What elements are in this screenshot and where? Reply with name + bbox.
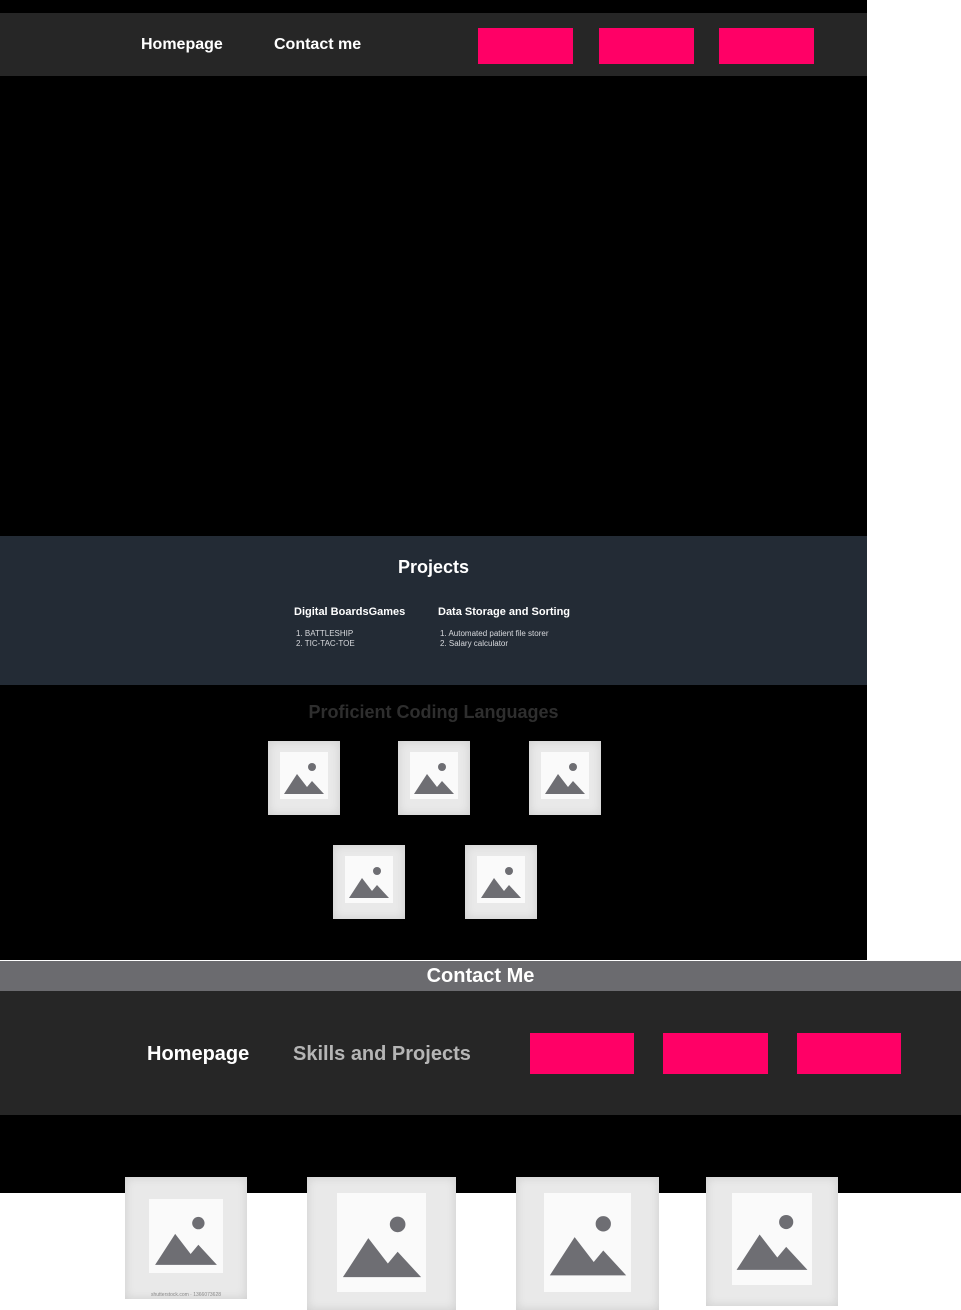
- image-placeholder-icon: [155, 1216, 217, 1265]
- top-strip: [0, 0, 867, 13]
- project-item[interactable]: 1. Automated patient file storer: [440, 629, 549, 639]
- projects-section: Projects Digital BoardsGames 1. BATTLESH…: [0, 536, 867, 685]
- image-placeholder-icon: [349, 867, 389, 898]
- project-item[interactable]: 2. TIC-TAC-TOE: [296, 639, 355, 649]
- project-item[interactable]: 1. BATTLESHIP: [296, 629, 355, 639]
- contact-image: [307, 1177, 456, 1310]
- homepage-mockup: Homepage Contact me Projects Digital Boa…: [0, 0, 867, 960]
- project-category-title: Digital BoardsGames: [294, 606, 406, 618]
- contact-navbar: Homepage Skills and Projects: [0, 991, 961, 1115]
- image-caption: shutterstock.com · 1366073628: [150, 1292, 222, 1298]
- image-placeholder-icon: [549, 1216, 627, 1276]
- project-item[interactable]: 2. Salary calculator: [440, 639, 549, 649]
- image-placeholder-icon: [342, 1216, 422, 1278]
- contact-image: shutterstock.com · 1366073628: [125, 1177, 247, 1299]
- project-list: 1. Automated patient file storer 2. Sala…: [440, 629, 549, 649]
- contact-header-bar: Contact Me: [0, 961, 961, 991]
- nav-pink-button-1[interactable]: [478, 28, 573, 64]
- language-image: [398, 741, 470, 815]
- nav-pink-button-3[interactable]: [797, 1033, 901, 1074]
- image-placeholder-icon: [736, 1214, 808, 1270]
- image-placeholder-icon: [481, 867, 521, 898]
- top-navbar: Homepage Contact me: [0, 13, 867, 76]
- nav-pink-button-2[interactable]: [663, 1033, 768, 1074]
- nav-pink-button-3[interactable]: [719, 28, 814, 64]
- language-image: [529, 741, 601, 815]
- nav-contact-link[interactable]: Contact me: [274, 13, 361, 76]
- nav-skills-link[interactable]: Skills and Projects: [293, 1043, 471, 1066]
- contact-image: [706, 1177, 838, 1306]
- language-image: [268, 741, 340, 815]
- nav-pink-button-1[interactable]: [530, 1033, 634, 1074]
- projects-title: Projects: [397, 557, 470, 577]
- hero-section: [0, 76, 867, 536]
- contact-page-title: Contact Me: [426, 965, 535, 987]
- languages-title: Proficient Coding Languages: [308, 702, 559, 722]
- language-image: [333, 845, 405, 919]
- image-placeholder-icon: [284, 763, 324, 794]
- contact-image: [516, 1177, 659, 1310]
- nav-home-link[interactable]: Homepage: [147, 1043, 249, 1066]
- nav-pink-button-2[interactable]: [599, 28, 694, 64]
- nav-home-link[interactable]: Homepage: [141, 13, 223, 76]
- image-placeholder-icon: [545, 763, 585, 794]
- language-image: [465, 845, 537, 919]
- project-list: 1. BATTLESHIP 2. TIC-TAC-TOE: [296, 629, 355, 649]
- project-category-title: Data Storage and Sorting: [438, 606, 571, 618]
- image-placeholder-icon: [414, 763, 454, 794]
